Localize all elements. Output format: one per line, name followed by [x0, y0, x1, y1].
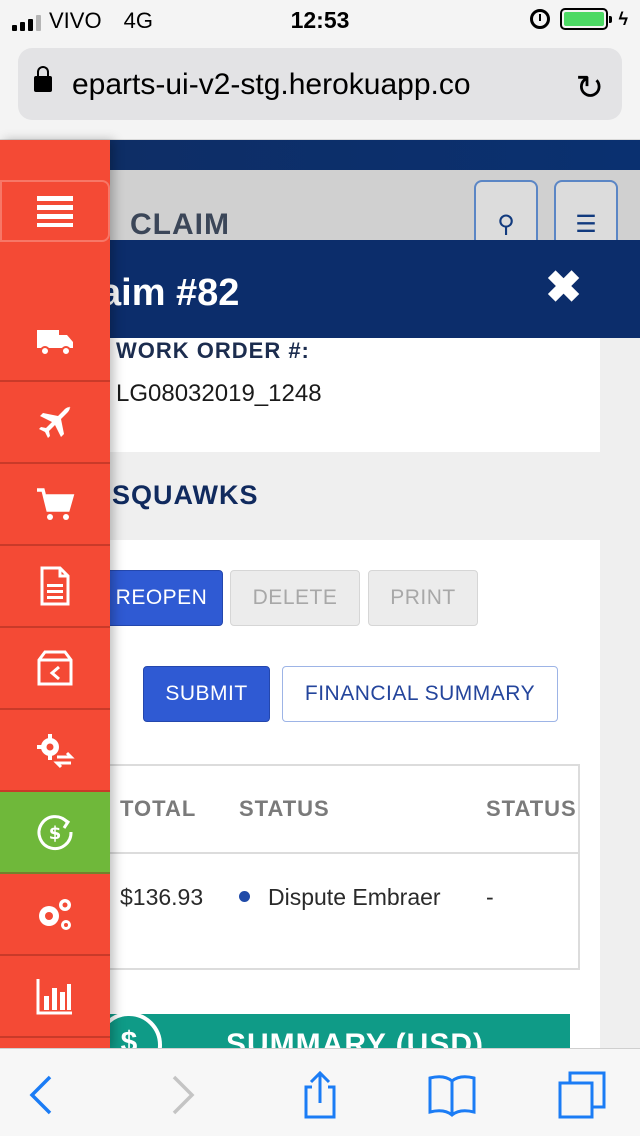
lock-icon — [34, 66, 52, 92]
charging-icon: ϟ — [618, 8, 628, 29]
column-header-status[interactable]: STATUS — [239, 796, 330, 822]
dollar-refresh-icon: $ — [37, 815, 73, 851]
share-icon — [304, 1070, 336, 1119]
sidebar-item-financial[interactable]: $ — [0, 792, 110, 874]
sliders-icon: ☰ — [575, 211, 597, 238]
background-page-title: CLAIM — [130, 208, 230, 241]
chevron-left-icon — [29, 1075, 52, 1115]
sidebar-item-shipping[interactable] — [0, 300, 110, 382]
sidebar-item-exchange[interactable] — [0, 710, 110, 792]
search-icon: ⚲ — [497, 211, 515, 238]
squawks-card: REOPEN DELETE PRINT SUBMIT FINANCIAL SUM… — [110, 540, 600, 1050]
cell-status: Dispute Embraer — [239, 884, 441, 911]
summary-label: SUMMARY (USD) — [226, 1028, 484, 1050]
close-icon[interactable]: ✖ — [545, 266, 582, 310]
table-divider — [110, 852, 578, 854]
reload-icon[interactable]: ↻ — [576, 68, 605, 108]
status-right: ϟ — [530, 8, 628, 30]
forward-button[interactable] — [152, 1067, 212, 1123]
submit-button[interactable]: SUBMIT — [143, 666, 270, 722]
bar-chart-icon — [36, 979, 72, 1015]
cell-status-2: - — [486, 884, 494, 910]
menu-button[interactable] — [0, 180, 110, 242]
cell-total: $136.93 — [120, 884, 204, 910]
tabs-button[interactable] — [552, 1067, 612, 1123]
dollar-coin-icon: $ — [110, 1012, 162, 1050]
battery-icon — [560, 8, 613, 30]
background-top-bar — [110, 140, 640, 170]
truck-icon — [37, 330, 73, 356]
print-button[interactable]: PRINT — [368, 570, 478, 626]
status-bar: VIVO 4G 12:53 ϟ — [0, 0, 640, 40]
reopen-button[interactable]: REOPEN — [110, 570, 223, 626]
work-order-label: WORK ORDER #: — [116, 338, 310, 363]
sidebar-item-documents[interactable] — [0, 546, 110, 628]
sidebar-item-cart[interactable] — [0, 464, 110, 546]
delete-button[interactable]: DELETE — [230, 570, 360, 626]
sidebar-item-reports[interactable] — [0, 956, 110, 1038]
back-button[interactable] — [12, 1067, 72, 1123]
airplane-icon — [39, 406, 71, 438]
squawks-title: SQUAWKS — [112, 480, 259, 510]
book-icon — [428, 1075, 476, 1117]
status-text: Dispute Embraer — [268, 884, 441, 910]
address-bar[interactable]: eparts-ui-v2-stg.herokuapp.co ↻ — [18, 48, 622, 120]
modal-body: WORK ORDER #: LG08032019_1248 SQUAWKS RE… — [110, 338, 640, 1050]
sidebar-item-returns[interactable] — [0, 628, 110, 710]
work-order-card: WORK ORDER #: LG08032019_1248 — [110, 338, 600, 452]
sidebar: $ — [0, 140, 110, 1050]
sidebar-item-settings[interactable] — [0, 874, 110, 956]
squawks-table: TOTAL STATUS STATUS $136.93 Dispute Embr… — [110, 764, 580, 970]
work-order-value: LG08032019_1248 — [116, 380, 322, 407]
alarm-icon — [530, 9, 551, 29]
svg-text:$: $ — [49, 823, 62, 844]
financial-summary-button[interactable]: FINANCIAL SUMMARY — [282, 666, 558, 722]
modal-title: aim #82 — [100, 272, 240, 314]
cart-icon — [37, 488, 75, 520]
browser-toolbar — [0, 1048, 640, 1136]
chevron-right-icon — [172, 1075, 195, 1115]
menu-icon — [37, 196, 73, 227]
document-icon — [40, 566, 70, 606]
url-text[interactable]: eparts-ui-v2-stg.herokuapp.co — [72, 68, 564, 102]
bookmarks-button[interactable] — [422, 1067, 482, 1123]
gears-icon — [39, 899, 71, 930]
return-box-icon — [37, 650, 73, 686]
summary-bar[interactable]: $ SUMMARY (USD) — [110, 1012, 570, 1050]
status-dot-icon — [239, 891, 250, 903]
column-header-total[interactable]: TOTAL — [120, 796, 196, 822]
column-header-status-2[interactable]: STATUS — [486, 796, 577, 822]
browser-address-area: eparts-ui-v2-stg.herokuapp.co ↻ — [0, 40, 640, 140]
gear-swap-icon — [37, 734, 75, 769]
share-button[interactable] — [290, 1067, 350, 1123]
tabs-icon — [558, 1071, 606, 1119]
sidebar-item-aircraft[interactable] — [0, 382, 110, 464]
modal-header: aim #82 ✖ — [100, 240, 640, 338]
